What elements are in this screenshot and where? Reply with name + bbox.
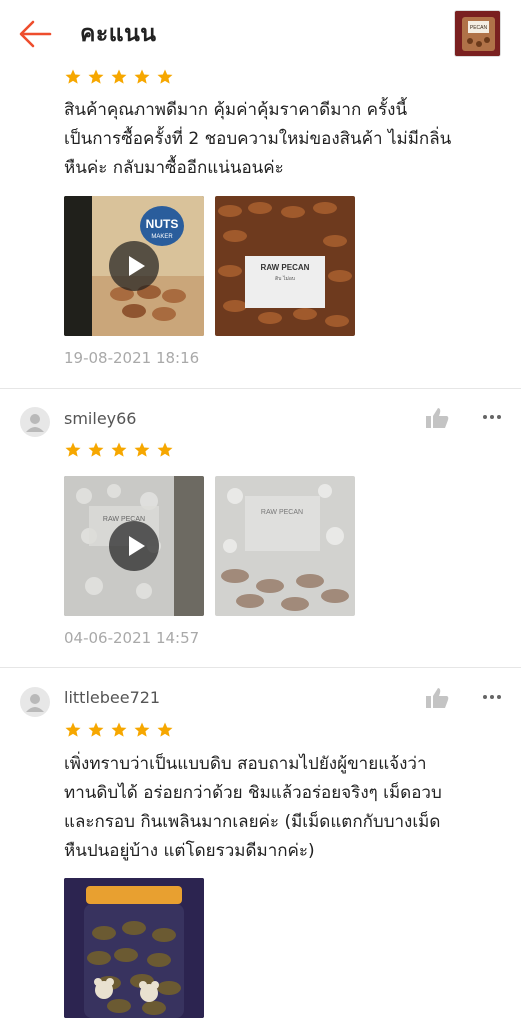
review-image[interactable]: RAW PECAN ดิบ ไม่อบ bbox=[215, 196, 355, 336]
pecan-bag-image: RAW PECAN ดิบ ไม่อบ bbox=[215, 196, 355, 336]
more-dots-icon[interactable] bbox=[482, 407, 502, 427]
thumbs-up-icon[interactable] bbox=[425, 407, 449, 429]
back-button[interactable] bbox=[16, 14, 56, 54]
star-icon bbox=[88, 722, 104, 737]
star-icon bbox=[157, 69, 173, 84]
star-icon bbox=[111, 442, 127, 457]
review-image[interactable] bbox=[64, 878, 204, 1018]
reviewer-username[interactable]: smiley66 bbox=[64, 409, 136, 428]
star-icon bbox=[134, 722, 150, 737]
review-video[interactable]: NUTS MAKER bbox=[64, 196, 204, 336]
product-thumbnail[interactable]: PECAN bbox=[454, 10, 501, 57]
pecan-jar-image bbox=[64, 878, 204, 1018]
review-media: RAW PECAN RAW PECAN bbox=[64, 476, 355, 616]
star-rating bbox=[64, 721, 174, 739]
star-icon bbox=[88, 442, 104, 457]
review-text: สินค้าคุณภาพดีมาก คุ้มค่าคุ้มราคาดีมาก ค… bbox=[64, 100, 452, 178]
star-icon bbox=[111, 69, 127, 84]
review-media bbox=[64, 878, 204, 1018]
review-image[interactable]: RAW PECAN bbox=[215, 476, 355, 616]
star-rating bbox=[64, 68, 174, 86]
review-text: เพิ่งทราบว่าเป็นแบบดิบ สอบถามไปยังผู้ขาย… bbox=[64, 754, 442, 861]
star-rating bbox=[64, 441, 174, 459]
review-card: littlebee721 เพิ่งทราบว่าเป็นแบบดิบ สอบถ… bbox=[0, 668, 521, 1024]
package-label-title: RAW PECAN bbox=[261, 509, 303, 516]
star-icon bbox=[65, 722, 81, 737]
star-icon bbox=[134, 442, 150, 457]
review-date: 19-08-2021 18:16 bbox=[64, 349, 200, 367]
user-avatar-icon[interactable] bbox=[20, 687, 50, 717]
arrow-left-icon bbox=[19, 20, 52, 48]
reviewer-username[interactable]: littlebee721 bbox=[64, 688, 160, 707]
product-image: PECAN bbox=[455, 11, 500, 56]
star-icon bbox=[157, 442, 173, 457]
user-avatar-icon[interactable] bbox=[20, 407, 50, 437]
review-media: NUTS MAKER RAW PECAN ดิบ ไม่อบ bbox=[64, 196, 355, 336]
star-icon bbox=[88, 69, 104, 84]
package-label-title: RAW PECAN bbox=[261, 263, 310, 272]
star-icon bbox=[65, 442, 81, 457]
star-icon bbox=[157, 722, 173, 737]
top-bar: คะแนน PECAN bbox=[0, 0, 521, 68]
pecan-bag-image: RAW PECAN bbox=[215, 476, 355, 616]
play-icon[interactable] bbox=[109, 521, 159, 571]
review-video[interactable]: RAW PECAN bbox=[64, 476, 204, 616]
product-thumb-label: PECAN bbox=[470, 25, 488, 31]
more-dots-icon[interactable] bbox=[482, 687, 502, 707]
review-card: สินค้าคุณภาพดีมาก คุ้มค่าคุ้มราคาดีมาก ค… bbox=[0, 68, 521, 388]
thumbs-up-icon[interactable] bbox=[425, 687, 449, 709]
star-icon bbox=[111, 722, 127, 737]
review-card: smiley66 RAW PECAN RAW PECAN 04-06-2021 … bbox=[0, 389, 521, 667]
page-title: คะแนน bbox=[80, 21, 157, 47]
package-label-subtitle: ดิบ ไม่อบ bbox=[275, 275, 295, 282]
brand-logo-text: NUTS bbox=[146, 217, 179, 231]
star-icon bbox=[134, 69, 150, 84]
review-date: 04-06-2021 14:57 bbox=[64, 629, 200, 647]
play-icon[interactable] bbox=[109, 241, 159, 291]
brand-logo-subtext: MAKER bbox=[151, 234, 173, 240]
star-icon bbox=[65, 69, 81, 84]
